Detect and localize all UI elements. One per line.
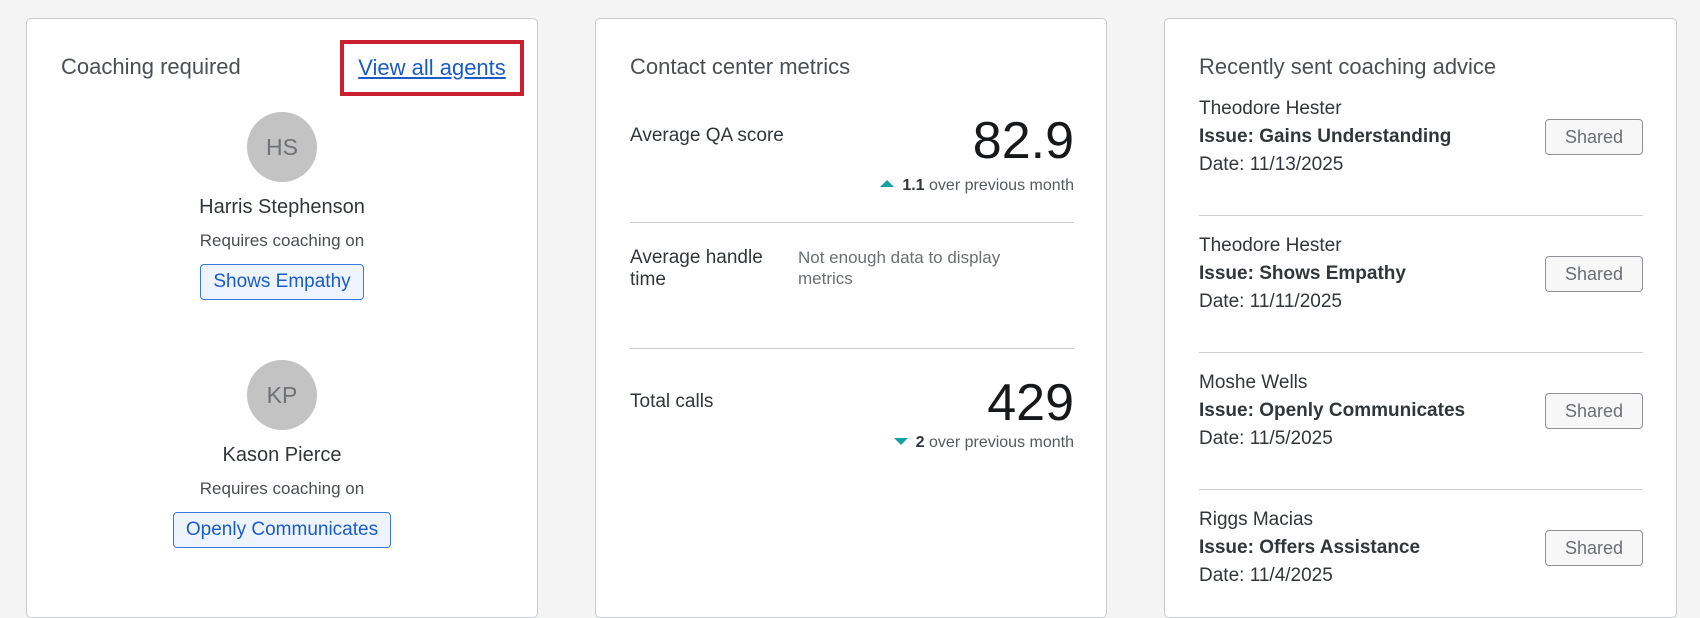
trend-delta: 2 xyxy=(915,434,925,451)
divider xyxy=(630,222,1074,223)
avatar: KP xyxy=(247,360,317,430)
divider xyxy=(1199,352,1643,353)
metric-value: 429 xyxy=(987,374,1074,432)
shared-status-button[interactable]: Shared xyxy=(1545,530,1643,566)
trend-down-icon xyxy=(893,438,908,446)
handle-time-metric: Average handle time Not enough data to d… xyxy=(630,247,1074,307)
total-calls-metric: Total calls 429 2 over previous month xyxy=(630,374,1074,467)
card-title: Coaching required xyxy=(61,54,241,79)
trend-text: over previous month xyxy=(929,434,1074,451)
coaching-required-card: Coaching required View all agents HS Har… xyxy=(26,18,538,618)
shared-status-button[interactable]: Shared xyxy=(1545,256,1643,292)
qa-score-metric: Average QA score 82.9 1.1 over previous … xyxy=(630,112,1074,205)
contact-center-metrics-card: Contact center metrics Average QA score … xyxy=(595,18,1107,618)
skill-tag[interactable]: Openly Communicates xyxy=(172,512,392,548)
trend-up-icon xyxy=(880,180,895,188)
advice-item: Theodore Hester Issue: Gains Understandi… xyxy=(1199,95,1643,179)
advice-date: Date: 11/5/2025 xyxy=(1199,428,1333,449)
agent-card: HS Harris Stephenson Requires coaching o… xyxy=(27,112,537,300)
advice-date: Date: 11/4/2025 xyxy=(1199,565,1333,586)
view-all-highlight: View all agents xyxy=(340,40,524,96)
trend-delta: 1.1 xyxy=(902,177,925,194)
divider xyxy=(1199,489,1643,490)
metric-label: Average QA score xyxy=(630,125,784,146)
skill-tag[interactable]: Shows Empathy xyxy=(200,264,364,300)
advice-date: Date: 11/11/2025 xyxy=(1199,291,1342,312)
advice-item: Riggs Macias Issue: Offers Assistance Da… xyxy=(1199,506,1643,590)
card-title: Contact center metrics xyxy=(630,54,851,79)
divider xyxy=(630,348,1074,349)
recent-coaching-advice-card: Recently sent coaching advice Theodore H… xyxy=(1164,18,1677,618)
divider xyxy=(1199,215,1643,216)
agent-card: KP Kason Pierce Requires coaching on Ope… xyxy=(27,360,537,548)
agent-name: Harris Stephenson xyxy=(199,196,365,218)
metric-label: Total calls xyxy=(630,391,714,412)
metric-trend: 1.1 over previous month xyxy=(880,176,1074,196)
no-data-message: Not enough data to display metrics xyxy=(798,248,1001,288)
card-title: Recently sent coaching advice xyxy=(1199,54,1497,79)
metric-trend: 2 over previous month xyxy=(893,433,1074,453)
metric-label: Average handle time xyxy=(630,247,763,290)
shared-status-button[interactable]: Shared xyxy=(1545,119,1643,155)
metric-value: 82.9 xyxy=(972,112,1074,170)
requires-coaching-label: Requires coaching on xyxy=(199,479,365,498)
shared-status-button[interactable]: Shared xyxy=(1545,393,1643,429)
agent-name: Kason Pierce xyxy=(222,444,342,466)
trend-text: over previous month xyxy=(929,177,1074,194)
advice-date: Date: 11/13/2025 xyxy=(1199,154,1344,175)
advice-item: Moshe Wells Issue: Openly Communicates D… xyxy=(1199,369,1643,453)
avatar: HS xyxy=(247,112,317,182)
requires-coaching-label: Requires coaching on xyxy=(199,231,365,250)
view-all-agents-link[interactable]: View all agents xyxy=(358,55,506,81)
advice-item: Theodore Hester Issue: Shows Empathy Dat… xyxy=(1199,232,1643,316)
